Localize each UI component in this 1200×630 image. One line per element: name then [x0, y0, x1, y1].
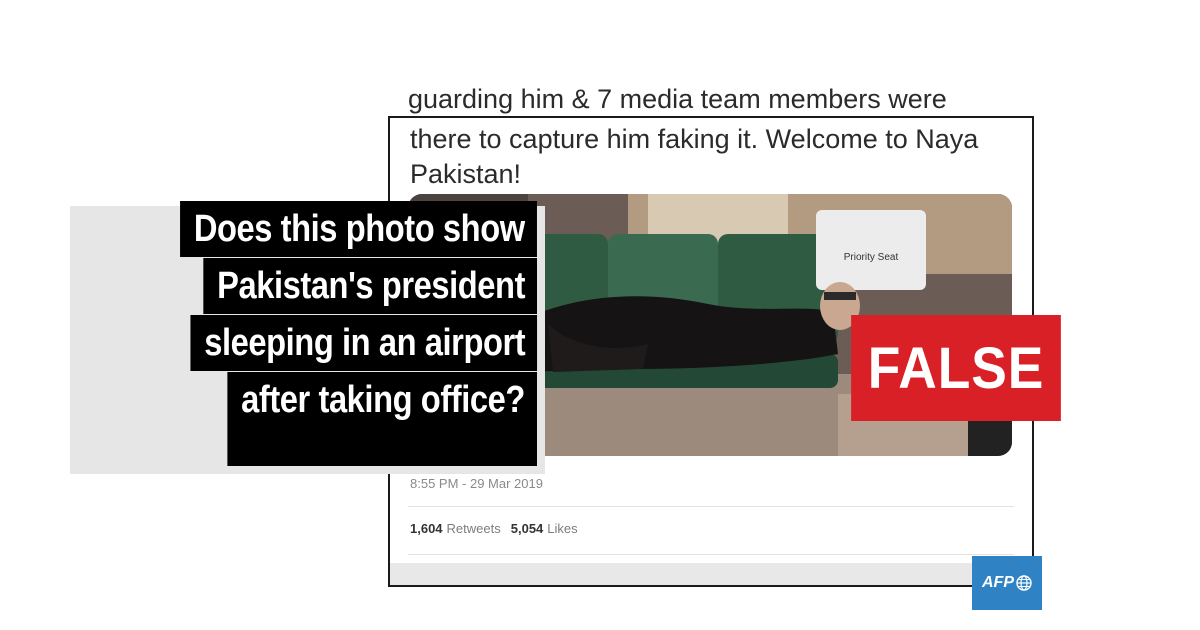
- tweet-text-cut-line: guarding him & 7 media team members were: [408, 84, 947, 114]
- divider: [408, 554, 1014, 555]
- retweets-count: 1,604: [410, 521, 443, 536]
- divider: [408, 506, 1014, 507]
- retweets-stat[interactable]: 1,604 Retweets: [410, 521, 501, 536]
- verdict-badge: FALSE: [851, 315, 1061, 421]
- tweet-bottom-bar: [390, 563, 1032, 585]
- tweet-text: there to capture him faking it. Welcome …: [410, 124, 979, 189]
- retweets-label: Retweets: [446, 521, 501, 536]
- priority-seat-sign: Priority Seat: [844, 252, 899, 263]
- afp-logo-text: AFP: [982, 574, 1014, 591]
- likes-count: 5,054: [510, 521, 544, 536]
- tweet-stats: 1,604 Retweets 5,054 Likes: [410, 521, 578, 536]
- likes-label: Likes: [547, 521, 578, 536]
- headline-line-2: Pakistan's president: [203, 258, 537, 314]
- globe-icon: [1016, 575, 1032, 591]
- headline-line-4: after taking office?: [227, 372, 537, 466]
- tweet-timestamp: 8:55 PM - 29 Mar 2019: [410, 476, 543, 491]
- afp-logo: AFP: [972, 556, 1042, 610]
- headline-line-3: sleeping in an airport: [190, 315, 537, 371]
- headline-line-1: Does this photo show: [180, 201, 537, 257]
- likes-stat[interactable]: 5,054 Likes: [511, 521, 578, 536]
